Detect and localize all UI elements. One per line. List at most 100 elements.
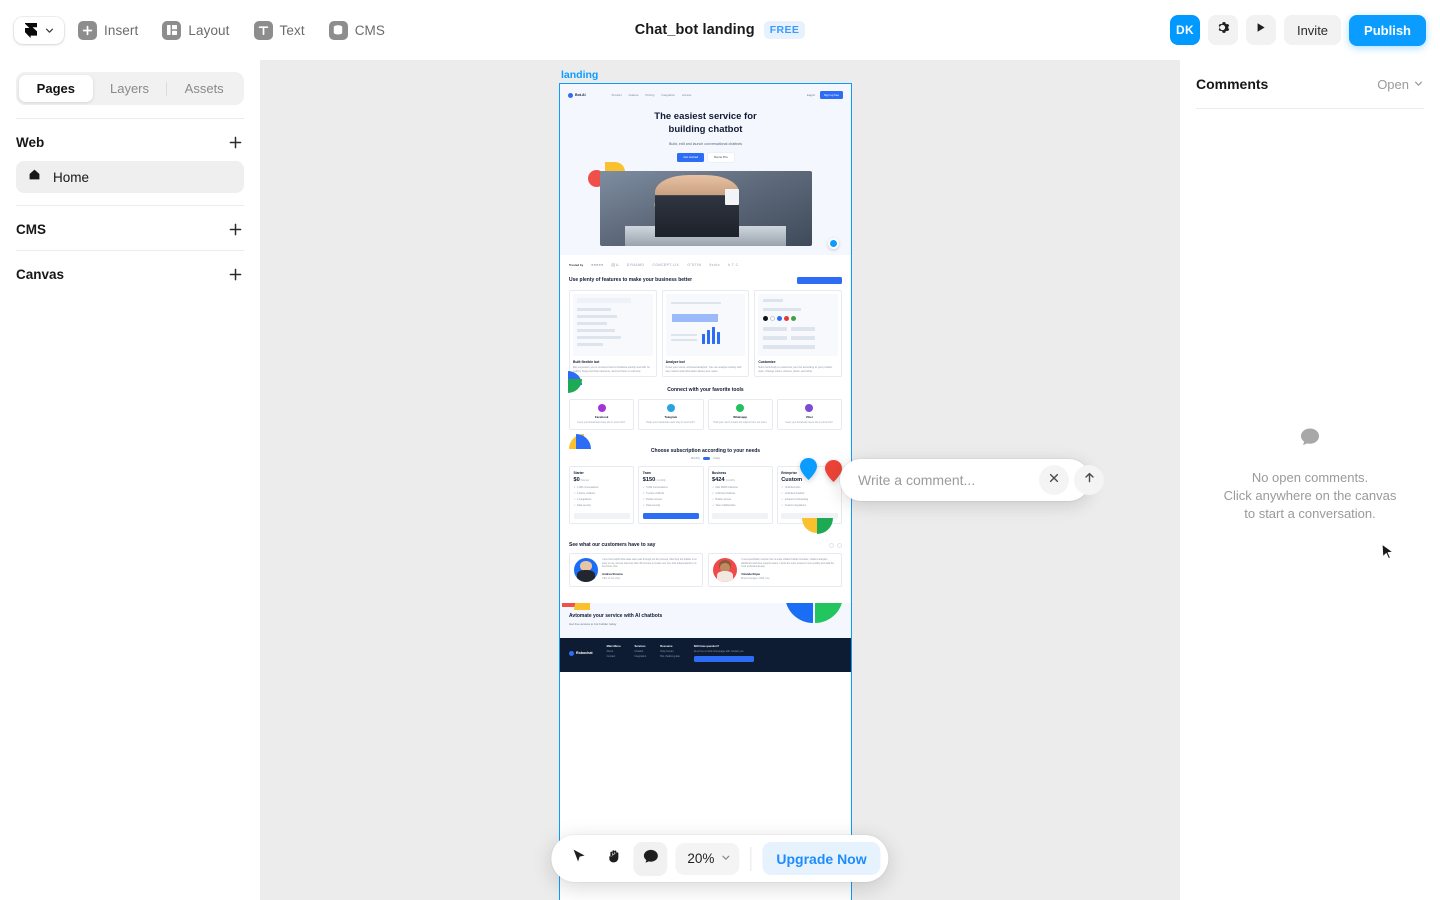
cms-button[interactable]: CMS <box>319 15 395 46</box>
frame-content[interactable]: Bot.AI Product Feature Pricing Integrati… <box>560 84 851 900</box>
feature-card-image <box>758 293 839 356</box>
whatsapp-icon <box>736 404 745 413</box>
pricing-heading: Choose subscription according to your ne… <box>650 447 761 454</box>
viber-icon <box>805 404 814 413</box>
comment-close-button[interactable] <box>1039 465 1069 495</box>
brand-name: Bot.AI <box>575 93 586 97</box>
add-canvas-button[interactable] <box>226 265 244 283</box>
hero-phone <box>724 188 740 206</box>
testimonials-heading: See what our customers have to say <box>569 542 656 549</box>
tools-heading: Connect with your favorite tools <box>667 387 744 394</box>
tab-pages[interactable]: Pages <box>19 75 93 102</box>
toolbar-left-group: Insert Layout Text CMS <box>0 15 395 46</box>
testimonial-body: I most specifically mention the no-code … <box>741 558 837 582</box>
hero-title-line-2: building chatbot <box>668 123 743 135</box>
plan-feature: ✓ Data security <box>573 504 591 508</box>
footer-brand-dot-icon <box>569 650 574 656</box>
tools-cards: Facebook Keep your Facebook users site i… <box>569 399 842 430</box>
toolbar-right-group: DK Invite Publish <box>1169 14 1440 46</box>
tool-name: Viber <box>805 415 813 420</box>
layout-icon <box>162 20 182 40</box>
insert-button[interactable]: Insert <box>68 15 148 46</box>
settings-button[interactable] <box>1207 15 1238 45</box>
plan-feature: ✓ Unlimited chatbots <box>712 492 736 496</box>
plan-feature: ✓ Data security <box>642 504 661 508</box>
preview-button[interactable] <box>1245 15 1276 45</box>
tab-assets[interactable]: Assets <box>167 75 241 102</box>
tool-card: Facebook Keep your Facebook users site i… <box>569 399 635 430</box>
plan-price: $424/ monthly <box>712 477 735 484</box>
arrow-up-icon <box>1083 471 1096 489</box>
footer-column: Resource Help Center Bot chatbot guide <box>660 645 679 662</box>
avatar[interactable]: DK <box>1169 15 1200 45</box>
add-web-page-button[interactable] <box>226 133 244 151</box>
cursor-tool[interactable] <box>561 842 595 876</box>
feature-card-title: Analyze bot <box>665 359 685 364</box>
footer-column: Still have question? Send me a robot-hom… <box>693 645 754 662</box>
upgrade-now-button[interactable]: Upgrade Now <box>762 842 881 875</box>
pricing-plan: Starter $0/ forever ✓ 1,000 conversations… <box>569 466 635 525</box>
plan-price: $150/ monthly <box>642 477 666 484</box>
editor-body: Pages Layers Assets Web Home CMS Canvas … <box>0 60 1440 900</box>
tool-desc: Helps your Facebook users stay in touch … <box>646 420 696 424</box>
testimonial-name: Yolanda Rojas <box>741 572 761 577</box>
feature-card: Customize Robo technicaly to customize y… <box>754 289 843 378</box>
design-canvas[interactable]: landing Bot.AI Product Feature Pricing I… <box>260 60 1180 900</box>
left-sidebar: Pages Layers Assets Web Home CMS Canvas <box>0 60 260 900</box>
plan-feature: ✓ Builder access <box>712 498 732 502</box>
comment-bubble-icon <box>642 848 659 870</box>
feature-card-image <box>665 293 746 356</box>
framer-logo-icon <box>24 22 38 38</box>
nav-link: Feature <box>628 93 639 97</box>
trusted-logo: h T C <box>727 262 739 267</box>
tab-layers[interactable]: Layers <box>93 75 167 102</box>
site-trusted-bar: Trusted by ■■■■■ ⬜Δ DYNAMO CONCEPT.LIX O… <box>560 254 851 273</box>
canvas-bottom-toolbar: 20% Upgrade Now <box>551 835 889 882</box>
pricing-plan: Business $424/ monthly ✓ Max 25000 collec… <box>707 466 773 525</box>
hero-person <box>654 175 740 237</box>
tool-desc: Hold your user's instant bot support fro… <box>713 420 767 424</box>
hand-tool[interactable] <box>597 842 631 876</box>
features-cards: Built flexible bot Bot empowers you to c… <box>569 289 843 378</box>
tool-name: Facebook <box>594 415 609 420</box>
comment-pin-small[interactable] <box>828 238 839 249</box>
trusted-logo: ■■■■■ <box>591 262 604 267</box>
invite-button[interactable]: Invite <box>1283 15 1342 45</box>
site-login-link: Log in <box>807 93 815 97</box>
nav-link: Pricing <box>645 93 655 97</box>
text-button[interactable]: Text <box>244 15 315 46</box>
comment-tool[interactable] <box>633 841 668 876</box>
plan-feature: ✓ 1,000 conversations <box>573 486 599 490</box>
footer-columns: Robochat Main Menu About Contact Service… <box>569 645 842 662</box>
frame-label[interactable]: landing <box>560 69 851 81</box>
plan-feature: ✓ Unlimited docs <box>781 486 801 490</box>
zoom-selector[interactable]: 20% <box>675 842 740 875</box>
comment-send-button[interactable] <box>1074 465 1104 495</box>
site-nav-links: Product Feature Pricing Integration Acce… <box>612 93 692 97</box>
testimonials-header: See what our customers have to say <box>569 542 842 548</box>
comment-pin-blue[interactable] <box>800 458 817 480</box>
footer-link: Contact <box>606 654 616 658</box>
layout-button[interactable]: Layout <box>152 15 239 46</box>
plan-feature: ✓ 3 active chatbots <box>573 492 595 496</box>
telegram-icon <box>666 404 675 413</box>
sidebar-tabs: Pages Layers Assets <box>16 72 244 105</box>
trusted-logo: O°STIN <box>687 262 702 267</box>
trusted-logo: CONCEPT.LIX <box>652 262 680 267</box>
footer-link: Integration <box>634 654 647 658</box>
plan-feature: ✓ 5 active chatbots <box>642 492 665 496</box>
add-cms-collection-button[interactable] <box>226 220 244 238</box>
publish-button[interactable]: Publish <box>1349 14 1426 46</box>
plan-cta-button <box>573 513 630 520</box>
plus-square-icon <box>78 20 97 40</box>
comment-input[interactable] <box>858 472 1039 488</box>
framer-logo-menu-button[interactable] <box>14 16 64 44</box>
features-header: Use plenty of features to make your busi… <box>569 276 842 284</box>
features-cta-button <box>797 276 842 284</box>
plan-feature: ✓ Custom integrations <box>781 504 807 508</box>
tool-name: Whatsapp <box>733 415 748 420</box>
sidebar-item-home[interactable]: Home <box>16 161 244 193</box>
frame-landing[interactable]: landing Bot.AI Product Feature Pricing I… <box>560 69 851 900</box>
feature-card-desc: Robo technicaly to customize your bot ac… <box>758 365 833 373</box>
comment-composer[interactable] <box>840 459 1104 501</box>
